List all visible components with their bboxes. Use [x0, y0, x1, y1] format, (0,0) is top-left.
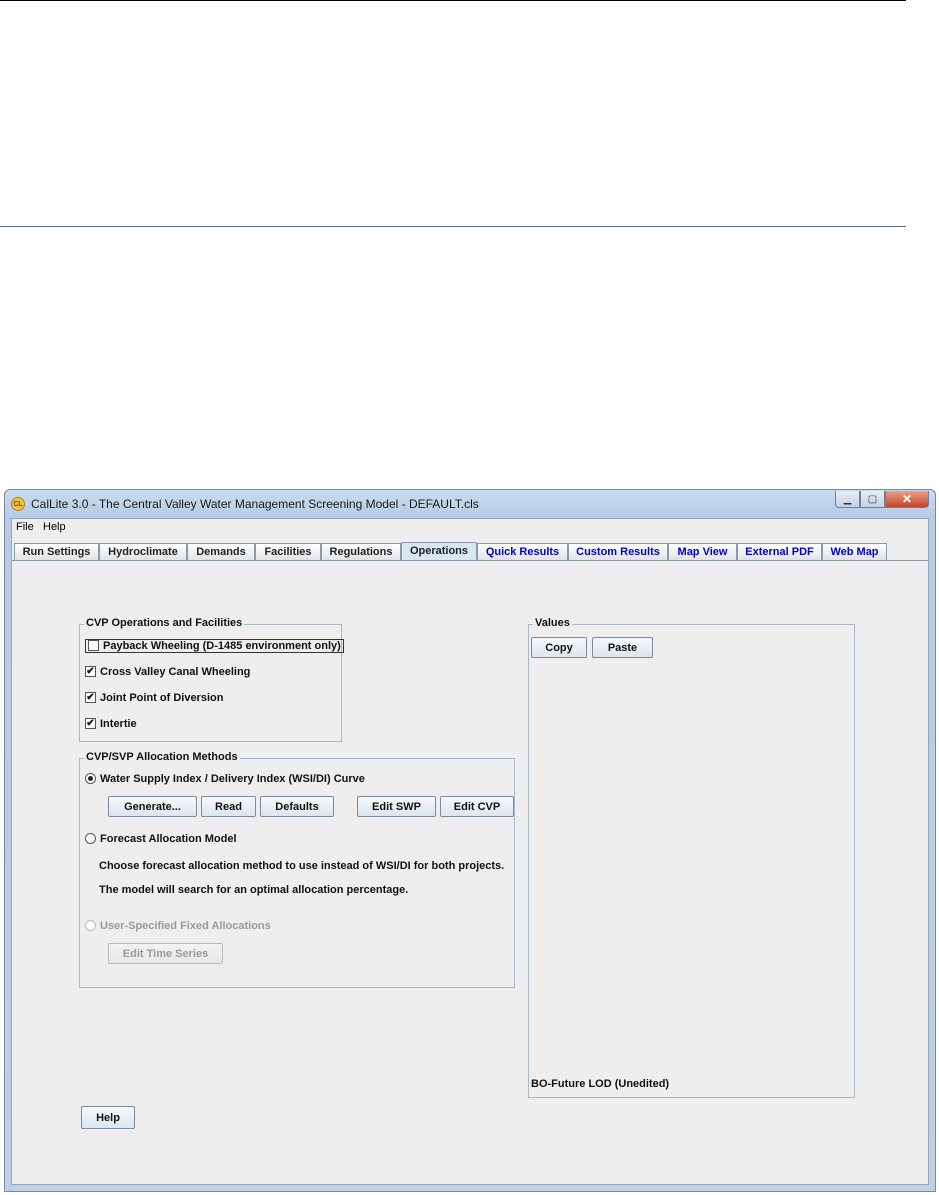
app-window: CL CalLite 3.0 - The Central Valley Wate… [4, 489, 936, 1192]
app-logo-icon: CL [11, 497, 25, 511]
fixed-allocations-radio[interactable]: User-Specified Fixed Allocations [85, 919, 271, 932]
maximize-icon: ▢ [867, 493, 878, 505]
tab-hydroclimate[interactable]: Hydroclimate [99, 543, 187, 560]
checkmark-icon: ✔ [85, 665, 96, 677]
menu-file[interactable]: File [16, 521, 34, 533]
tab-baseline [12, 560, 928, 561]
checkmark-icon: ✔ [85, 691, 96, 703]
values-panel: Values [528, 617, 855, 1098]
tab-facilities[interactable]: Facilities [255, 543, 321, 560]
client-area: File Help Run Settings Hydroclimate Dema… [11, 518, 929, 1185]
tab-demands[interactable]: Demands [187, 543, 255, 560]
wsi-di-label: Water Supply Index / Delivery Index (WSI… [100, 773, 365, 785]
forecast-note-line-2: The model will search for an optimal all… [99, 884, 409, 896]
close-icon: ✕ [901, 492, 913, 506]
copy-button[interactable]: Copy [531, 637, 587, 658]
close-button[interactable]: ✕ [885, 491, 929, 508]
forecast-allocation-label: Forecast Allocation Model [100, 833, 237, 845]
tab-external-pdf[interactable]: External PDF [737, 543, 822, 560]
cvp-operations-title: CVP Operations and Facilities [84, 617, 245, 629]
maximize-button[interactable]: ▢ [860, 491, 885, 508]
wsi-di-radio[interactable]: Water Supply Index / Delivery Index (WSI… [85, 772, 365, 785]
values-title: Values [533, 617, 572, 629]
tab-regulations[interactable]: Regulations [321, 543, 401, 560]
help-button[interactable]: Help [81, 1106, 135, 1129]
minimize-icon: ▁ [843, 493, 852, 505]
read-button[interactable]: Read [201, 796, 256, 817]
radio-selected-icon [85, 772, 96, 784]
checkmark-icon: ✔ [85, 717, 96, 729]
focus-outline: Payback Wheeling (D-1485 environment onl… [85, 639, 344, 653]
fixed-allocations-label: User-Specified Fixed Allocations [100, 920, 271, 932]
scenario-status-label: BO-Future LOD (Unedited) [531, 1078, 670, 1090]
menu-bar: File Help [12, 519, 928, 537]
joint-point-diversion-label: Joint Point of Diversion [100, 692, 224, 704]
checkbox-unchecked-icon [88, 639, 99, 651]
tab-run-settings[interactable]: Run Settings [14, 543, 99, 560]
edit-swp-button[interactable]: Edit SWP [357, 796, 436, 817]
cross-valley-canal-label: Cross Valley Canal Wheeling [100, 666, 251, 678]
document-section-rule [0, 226, 906, 227]
radio-disabled-icon [85, 919, 96, 931]
allocation-methods-title: CVP/SVP Allocation Methods [84, 751, 240, 763]
tab-web-map[interactable]: Web Map [822, 543, 887, 560]
forecast-note-line-1: Choose forecast allocation method to use… [99, 860, 505, 872]
generate-button[interactable]: Generate... [108, 796, 197, 817]
paste-button[interactable]: Paste [592, 637, 653, 658]
edit-time-series-button[interactable]: Edit Time Series [108, 943, 223, 964]
radio-unselected-icon [85, 832, 96, 844]
tab-map-view[interactable]: Map View [668, 543, 737, 560]
payback-wheeling-label: Payback Wheeling (D-1485 environment onl… [103, 640, 341, 652]
title-bar[interactable]: CL CalLite 3.0 - The Central Valley Wate… [5, 490, 935, 518]
forecast-allocation-radio[interactable]: Forecast Allocation Model [85, 832, 237, 845]
payback-wheeling-checkbox[interactable]: Payback Wheeling (D-1485 environment onl… [85, 639, 344, 653]
tab-operations[interactable]: Operations [401, 542, 477, 561]
joint-point-diversion-checkbox[interactable]: ✔ Joint Point of Diversion [85, 691, 224, 704]
edit-cvp-button[interactable]: Edit CVP [440, 796, 514, 817]
menu-help[interactable]: Help [43, 521, 66, 533]
tab-custom-results[interactable]: Custom Results [568, 543, 668, 560]
intertie-label: Intertie [100, 718, 137, 730]
defaults-button[interactable]: Defaults [260, 796, 334, 817]
window-controls: ▁ ▢ ✕ [835, 491, 929, 508]
minimize-button[interactable]: ▁ [835, 491, 860, 508]
window-title: CalLite 3.0 - The Central Valley Water M… [31, 497, 479, 511]
intertie-checkbox[interactable]: ✔ Intertie [85, 717, 137, 730]
tab-quick-results[interactable]: Quick Results [477, 543, 568, 560]
document-top-rule [0, 0, 906, 1]
cross-valley-canal-checkbox[interactable]: ✔ Cross Valley Canal Wheeling [85, 665, 251, 678]
